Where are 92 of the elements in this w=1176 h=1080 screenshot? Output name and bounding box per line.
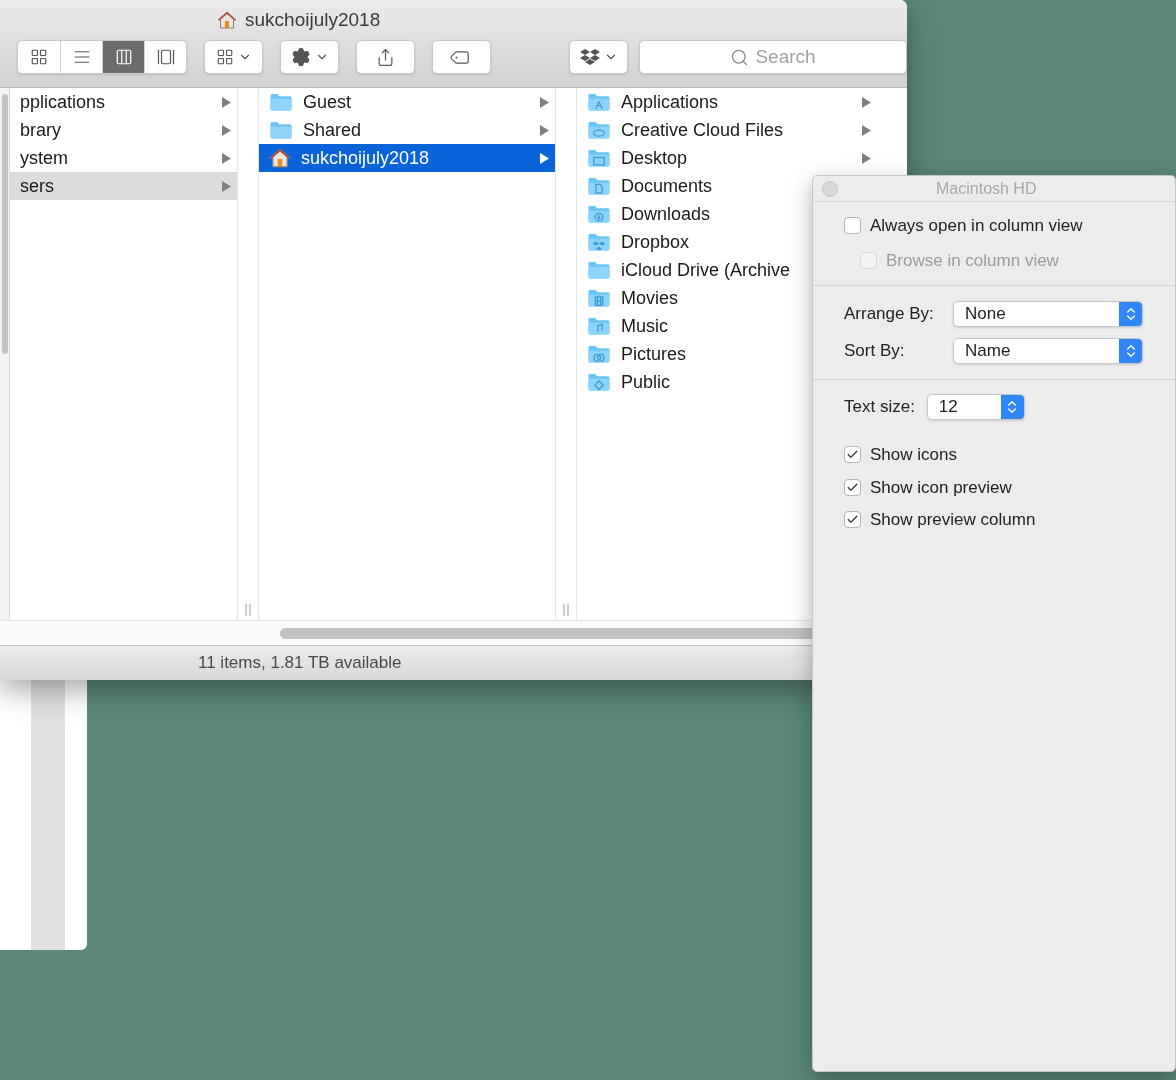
file-row[interactable]: Applications <box>577 88 877 116</box>
dropbox-button[interactable] <box>569 40 628 74</box>
file-name: Music <box>621 317 668 335</box>
view-mode-button[interactable] <box>102 41 144 73</box>
file-name: Applications <box>621 93 719 111</box>
folder-icon <box>587 316 611 336</box>
folder-icon <box>269 92 293 112</box>
home-folder-icon <box>269 147 291 169</box>
file-name: Guest <box>303 93 352 111</box>
file-row[interactable]: brary <box>10 116 237 144</box>
file-row[interactable]: sukchoijuly2018 <box>259 144 555 172</box>
file-row[interactable]: sers <box>10 172 237 200</box>
checkbox-label: Always open in column view <box>870 215 1083 237</box>
list-view-icon <box>72 48 91 66</box>
file-row[interactable]: Guest <box>259 88 555 116</box>
window-title: sukchoijuly2018 <box>245 7 381 32</box>
field-label: Arrange By: <box>844 303 935 326</box>
checkbox[interactable] <box>844 217 861 235</box>
column-view-icon <box>114 48 133 66</box>
checkbox[interactable] <box>844 511 861 529</box>
folder-icon <box>269 120 293 140</box>
file-name: iCloud Drive (Archive <box>621 261 791 279</box>
folder-icon <box>587 176 611 196</box>
popup-menu[interactable]: 12 <box>926 394 1025 420</box>
file-name: Shared <box>303 121 362 139</box>
action-button[interactable] <box>280 40 339 74</box>
folder-icon <box>587 92 611 112</box>
checkbox-label: Browse in column view <box>886 249 1059 272</box>
file-name: Movies <box>621 289 678 307</box>
scrollbar-thumb[interactable] <box>1 94 8 354</box>
checkbox-label: Show preview column <box>870 509 1036 531</box>
file-name: sers <box>20 177 54 195</box>
disclosure-arrow-icon <box>540 124 549 136</box>
disclosure-arrow-icon <box>222 124 231 136</box>
folder-icon <box>587 120 611 140</box>
field-label: Sort By: <box>844 340 906 363</box>
folder-icon <box>587 344 611 364</box>
folder-icon <box>587 372 611 392</box>
group-button[interactable] <box>204 40 263 74</box>
share-icon <box>376 47 395 67</box>
file-row[interactable]: Public <box>577 368 877 396</box>
disclosure-arrow-icon <box>540 152 549 164</box>
file-row[interactable]: Desktop <box>577 144 877 172</box>
file-name: sukchoijuly2018 <box>301 149 430 167</box>
file-row[interactable]: Documents <box>577 172 877 200</box>
home-icon <box>217 10 237 30</box>
group-icon <box>215 48 234 66</box>
disclosure-arrow-icon <box>862 124 871 136</box>
folder-icon <box>587 288 611 308</box>
disclosure-arrow-icon <box>222 152 231 164</box>
file-name: brary <box>20 121 61 139</box>
file-name: Desktop <box>621 149 688 167</box>
column-resize-handle[interactable] <box>244 604 252 616</box>
disclosure-arrow-icon <box>862 96 871 108</box>
disclosure-arrow-icon <box>222 96 231 108</box>
file-name: pplications <box>20 93 106 111</box>
disclosure-arrow-icon <box>862 152 871 164</box>
file-name: Dropbox <box>621 233 690 251</box>
share-button[interactable] <box>356 40 415 74</box>
disclosure-arrow-icon <box>540 96 549 108</box>
checkbox-label: Show icons <box>870 444 957 466</box>
checkbox[interactable] <box>844 478 861 496</box>
file-name: Documents <box>621 177 713 195</box>
file-name: Downloads <box>621 205 711 223</box>
file-row[interactable]: pplications <box>10 88 237 116</box>
status-bar-text: 11 items, 1.81 TB available <box>198 652 402 675</box>
gallery-view-icon <box>156 48 175 66</box>
search-icon <box>730 47 750 67</box>
panel-title: Macintosh HD <box>936 178 1037 199</box>
tag-button[interactable] <box>432 40 491 74</box>
dropbox-icon <box>579 47 600 67</box>
file-row[interactable]: iCloud Drive (Archive <box>577 256 877 284</box>
checkbox-label: Show icon preview <box>870 476 1012 499</box>
file-name: Pictures <box>621 345 687 363</box>
folder-icon <box>587 260 611 280</box>
folder-icon <box>587 204 611 224</box>
file-row[interactable]: Shared <box>259 116 555 144</box>
checkbox[interactable] <box>844 446 861 464</box>
disclosure-arrow-icon <box>222 180 231 192</box>
file-name: ystem <box>20 149 68 167</box>
icon-view-icon <box>30 48 48 66</box>
file-name: Public <box>621 373 671 391</box>
column-resize-handle[interactable] <box>562 604 570 616</box>
field-label: Text size: <box>844 396 915 419</box>
file-name: Creative Cloud Files <box>621 121 784 139</box>
file-row[interactable]: Creative Cloud Files <box>577 116 877 144</box>
popup-menu[interactable]: Name <box>953 338 1143 364</box>
popup-menu[interactable]: None <box>953 301 1143 327</box>
folder-icon <box>587 148 611 168</box>
settings-icon <box>290 47 311 67</box>
file-row[interactable]: ystem <box>10 144 237 172</box>
folder-icon <box>587 232 611 252</box>
